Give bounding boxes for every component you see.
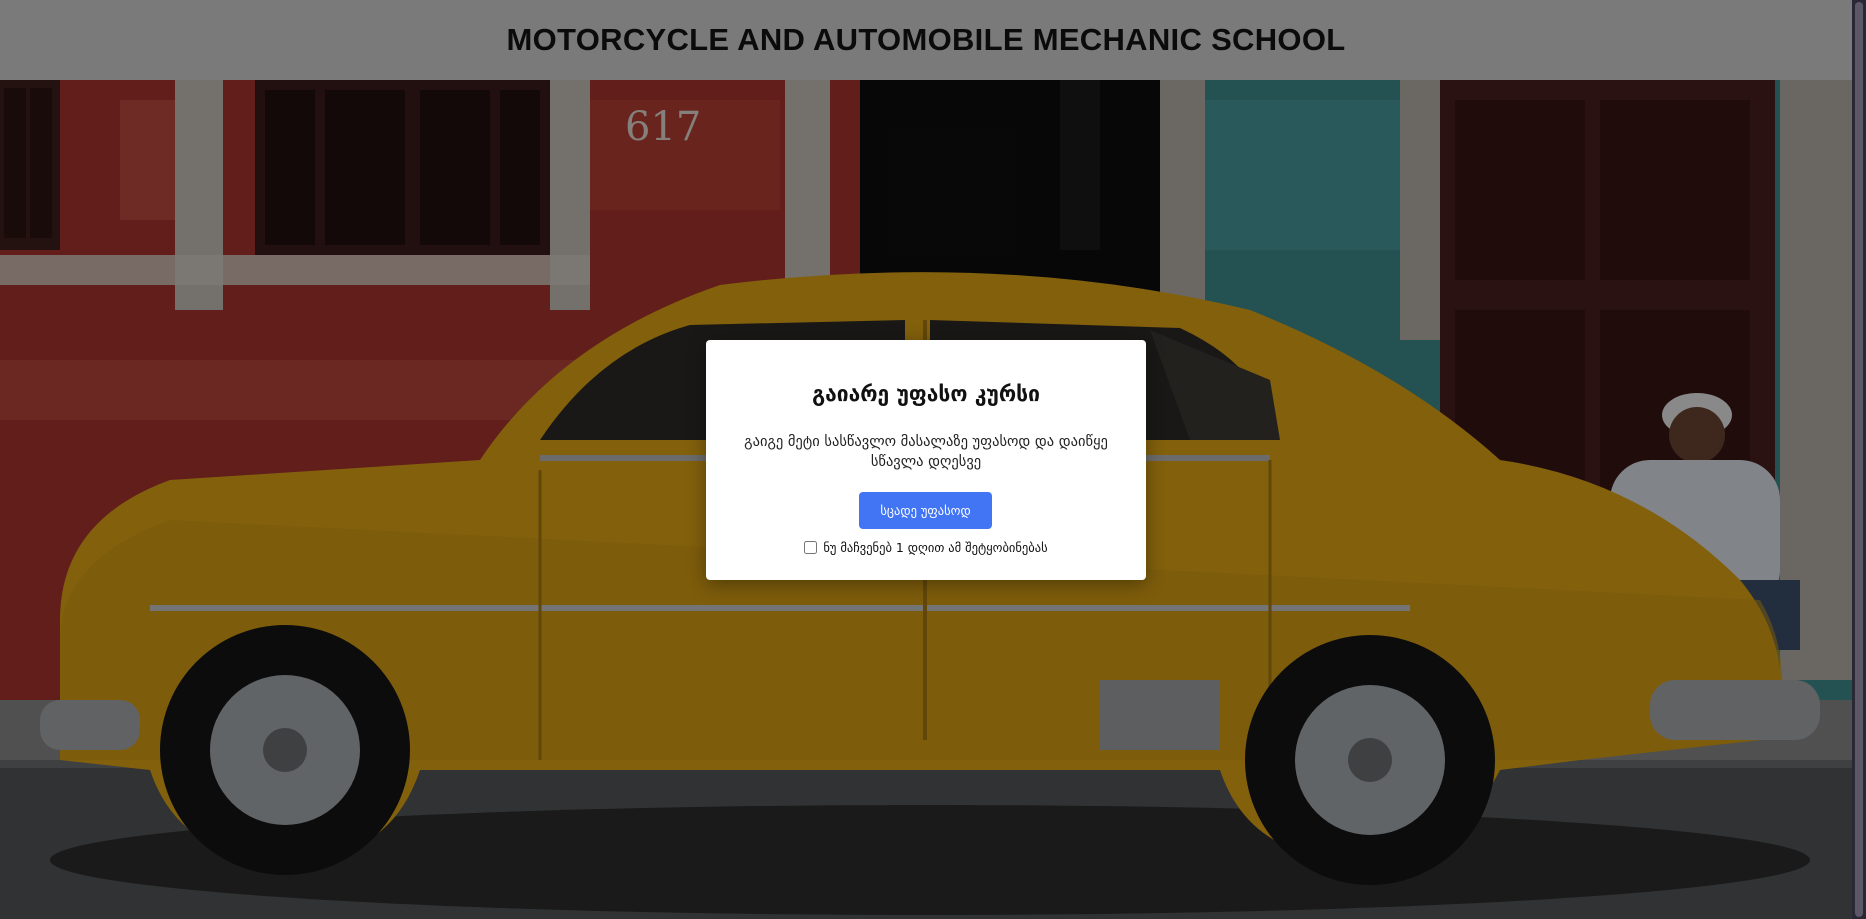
site-title: MOTORCYCLE AND AUTOMOBILE MECHANIC SCHOO… (506, 22, 1346, 57)
vertical-scrollbar[interactable] (1852, 0, 1866, 919)
site-header: MOTORCYCLE AND AUTOMOBILE MECHANIC SCHOO… (0, 0, 1852, 80)
dismiss-option[interactable]: ნუ მაჩვენებ 1 დღით ამ შეტყობინებას (706, 540, 1146, 555)
scrollbar-thumb[interactable] (1855, 2, 1863, 917)
modal-description: გაიგე მეტი სასწავლო მასალაზე უფასოდ და დ… (744, 434, 1108, 470)
dismiss-label: ნუ მაჩვენებ 1 დღით ამ შეტყობინებას (823, 540, 1048, 555)
modal-title: გაიარე უფასო კურსი (812, 382, 1040, 406)
try-free-button[interactable]: სცადე უფასოდ (859, 492, 992, 529)
free-course-modal: გაიარე უფასო კურსი გაიგე მეტი სასწავლო მ… (706, 340, 1146, 580)
dismiss-checkbox[interactable] (804, 541, 818, 554)
page: MOTORCYCLE AND AUTOMOBILE MECHANIC SCHOO… (0, 0, 1866, 919)
